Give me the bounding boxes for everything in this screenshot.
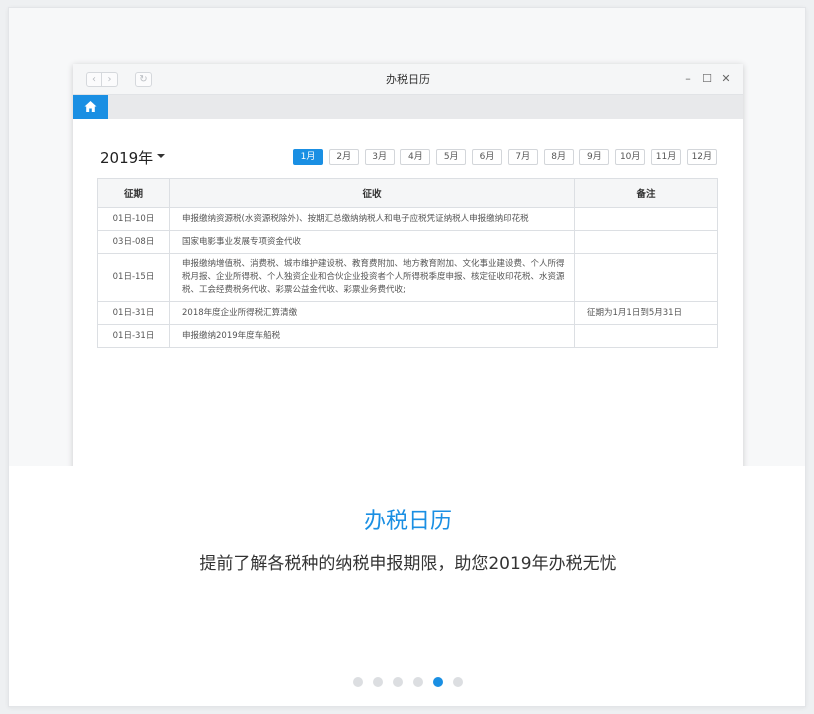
- calendar-content: 2019年 1月 2月 3月 4月 5月 6月 7月 8月 9月 10月 11月 12月 征期 征收 …: [73, 119, 743, 466]
- carousel-dot[interactable]: [353, 677, 363, 687]
- caret-down-icon[interactable]: [157, 154, 165, 158]
- column-header-collection: 征收: [169, 178, 575, 208]
- carousel-dot[interactable]: [393, 677, 403, 687]
- cell-note: [574, 253, 718, 302]
- window-title: 办税日历: [386, 73, 430, 86]
- cell-collection: 申报缴纳资源税(水资源税除外)、按期汇总缴纳纳税人和电子应税凭证纳税人申报缴纳印…: [169, 207, 575, 231]
- carousel-dot[interactable]: [453, 677, 463, 687]
- table-row: 01日-31日 2018年度企业所得税汇算清缴 征期为1月1日到5月31日: [97, 301, 718, 325]
- table-header-row: 征期 征收 备注: [97, 178, 718, 208]
- feature-card: ‹ › ↻ 办税日历 – ☐ ✕ 2019年 1月 2月 3月 4月 5月 6月 7月 8月 9…: [8, 7, 806, 707]
- cell-period: 01日-15日: [97, 253, 170, 302]
- app-window: ‹ › ↻ 办税日历 – ☐ ✕ 2019年 1月 2月 3月 4月 5月 6月 7月 8月 9…: [73, 64, 743, 466]
- month-tab[interactable]: 5月: [436, 149, 467, 165]
- month-tab[interactable]: 3月: [364, 149, 395, 165]
- maximize-button[interactable]: ☐: [701, 73, 713, 85]
- column-header-note: 备注: [574, 178, 718, 208]
- minimize-button[interactable]: –: [682, 73, 694, 85]
- screenshot-area: ‹ › ↻ 办税日历 – ☐ ✕ 2019年 1月 2月 3月 4月 5月 6月 7月 8月 9…: [9, 8, 805, 466]
- table-row: 01日-15日 申报缴纳增值税、消费税、城市维护建设税、教育费附加、地方教育附加…: [97, 253, 718, 302]
- month-tab[interactable]: 8月: [543, 149, 574, 165]
- cell-collection: 申报缴纳增值税、消费税、城市维护建设税、教育费附加、地方教育附加、文化事业建设费…: [169, 253, 575, 302]
- tab-home[interactable]: [73, 95, 108, 119]
- feature-subtitle: 提前了解各税种的纳税申报期限，助您2019年办税无忧: [199, 554, 617, 574]
- cell-period: 01日-31日: [97, 324, 170, 348]
- month-tab[interactable]: 9月: [579, 149, 610, 165]
- month-tab[interactable]: 1月: [293, 149, 323, 165]
- cell-note: [574, 207, 718, 231]
- tax-calendar-table: 征期 征收 备注 01日-10日 申报缴纳资源税(水资源税除外)、按期汇总缴纳纳…: [97, 178, 718, 348]
- column-header-period: 征期: [97, 178, 170, 208]
- month-tab[interactable]: 11月: [651, 149, 681, 165]
- table-row: 01日-10日 申报缴纳资源税(水资源税除外)、按期汇总缴纳纳税人和电子应税凭证…: [97, 207, 718, 231]
- month-tab[interactable]: 12月: [686, 149, 717, 165]
- cell-period: 03日-08日: [97, 230, 170, 254]
- table-row: 03日-08日 国家电影事业发展专项资金代收: [97, 230, 718, 254]
- year-selector[interactable]: 2019年: [100, 147, 153, 168]
- cell-period: 01日-10日: [97, 207, 170, 231]
- carousel-dot[interactable]: [433, 677, 443, 687]
- cell-period: 01日-31日: [97, 301, 170, 325]
- month-tab[interactable]: 2月: [328, 149, 359, 165]
- month-tab[interactable]: 6月: [472, 149, 502, 165]
- home-icon: [84, 101, 97, 112]
- cell-collection: 申报缴纳2019年度车船税: [169, 324, 575, 348]
- month-tab[interactable]: 7月: [507, 149, 538, 165]
- cell-collection: 2018年度企业所得税汇算清缴: [169, 301, 575, 325]
- cell-note: [574, 324, 718, 348]
- month-tab[interactable]: 10月: [615, 149, 646, 165]
- table-row: 01日-31日 申报缴纳2019年度车船税: [97, 324, 718, 348]
- close-button[interactable]: ✕: [720, 73, 732, 85]
- month-tab[interactable]: 4月: [400, 149, 431, 165]
- tab-bar: [73, 95, 743, 119]
- title-bar: ‹ › ↻ 办税日历 – ☐ ✕: [73, 64, 743, 95]
- cell-note: [574, 230, 718, 254]
- feature-title: 办税日历: [363, 509, 452, 534]
- cell-collection: 国家电影事业发展专项资金代收: [169, 230, 575, 254]
- cell-note: 征期为1月1日到5月31日: [574, 301, 718, 325]
- carousel-dot[interactable]: [413, 677, 423, 687]
- carousel-dot[interactable]: [373, 677, 383, 687]
